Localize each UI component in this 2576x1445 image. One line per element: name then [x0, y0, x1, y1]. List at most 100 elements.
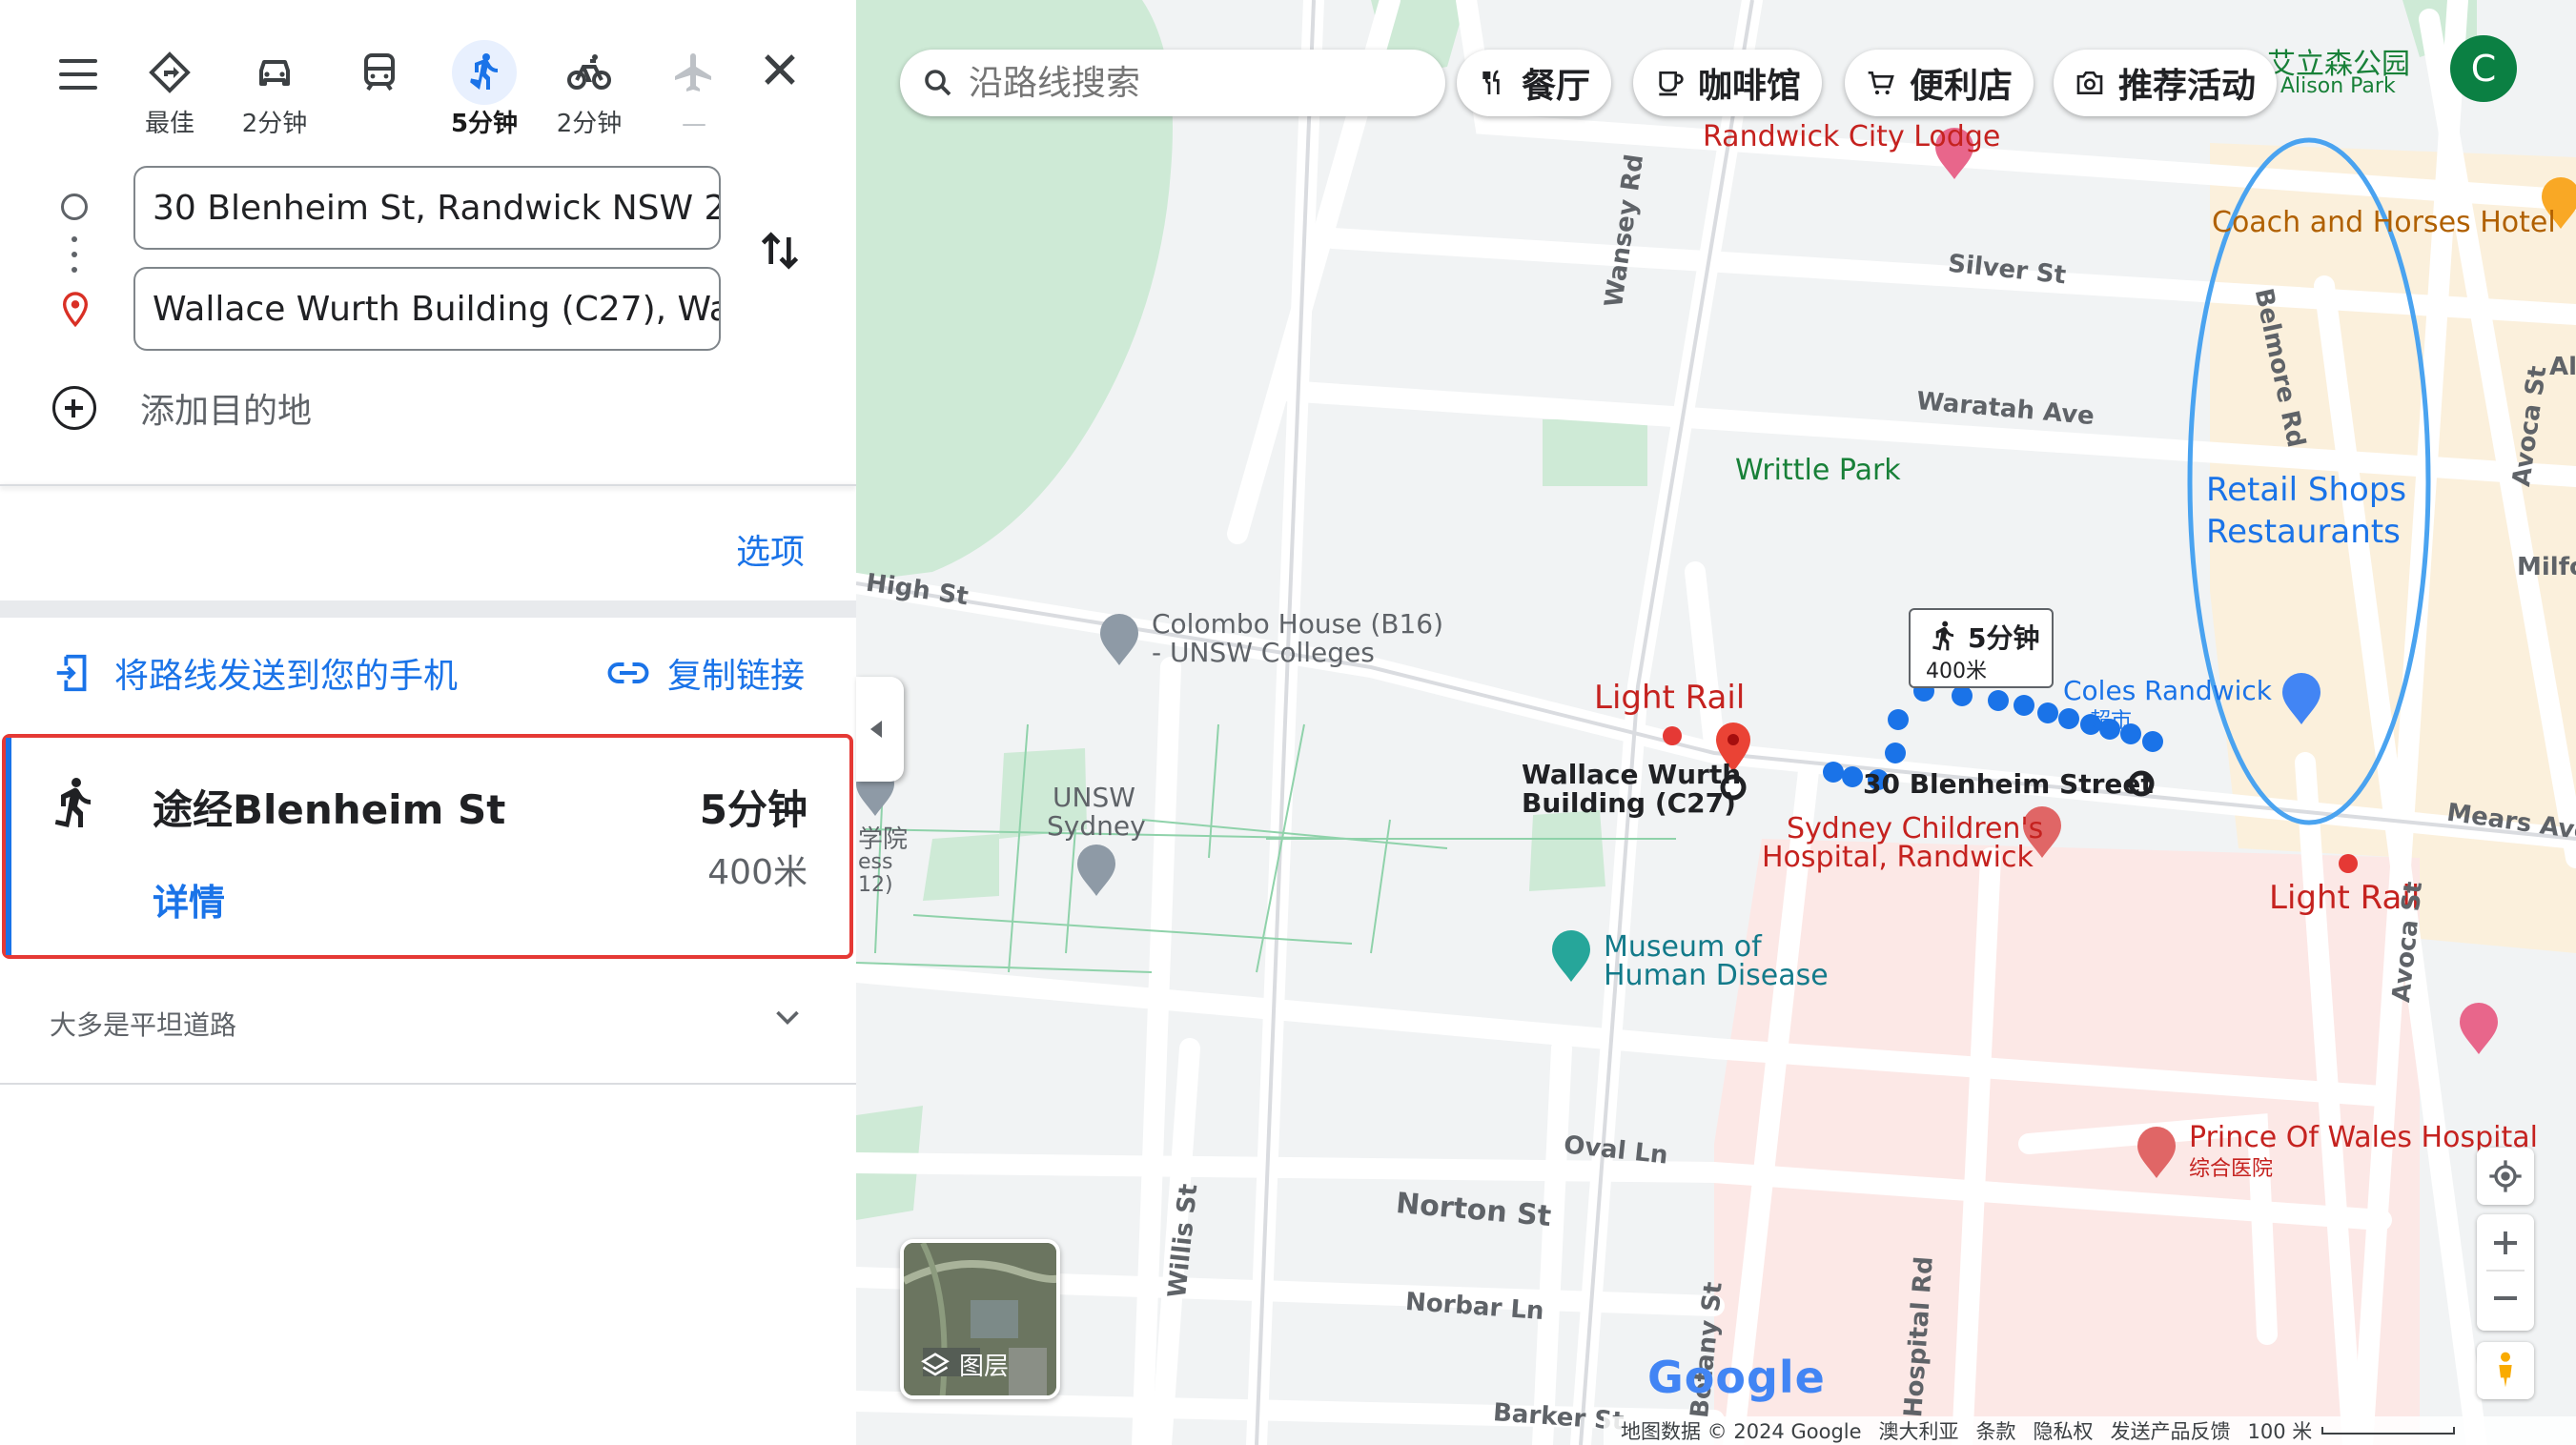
- randwick-city-lodge-label[interactable]: Randwick City Lodge: [1703, 120, 2000, 153]
- light-rail-marker: [1663, 726, 1682, 745]
- chevron-down-icon[interactable]: [770, 1001, 805, 1035]
- privacy-link[interactable]: 隐私权: [2034, 1416, 2094, 1445]
- unsw-colleges-label[interactable]: - UNSW Colleges: [1152, 637, 1375, 668]
- mode-best[interactable]: 最佳: [122, 40, 217, 139]
- coffee-icon: [1659, 71, 1684, 96]
- google-logo-text: Google: [1647, 1352, 1826, 1403]
- chip-convenience-label: 便利店: [1910, 67, 2014, 106]
- feedback-link[interactable]: 发送产品反馈: [2111, 1416, 2231, 1445]
- blenheim-street-label[interactable]: 30 Blenheim Street: [1863, 768, 2154, 800]
- origin-field[interactable]: [133, 166, 721, 250]
- pegman-icon: [2499, 1352, 2512, 1388]
- layers-icon: [921, 1352, 950, 1375]
- route-search-box[interactable]: [900, 50, 1445, 116]
- scale-bar: [2321, 1427, 2456, 1435]
- layers-label: 图层: [921, 1347, 1009, 1382]
- account-avatar[interactable]: C: [2450, 35, 2517, 102]
- transit-icon: [347, 40, 412, 105]
- terrain-note: 大多是平坦道路: [50, 1009, 237, 1041]
- sydney-label[interactable]: Sydney: [1047, 810, 1146, 842]
- writtle-park-label[interactable]: Writtle Park: [1735, 454, 1901, 487]
- supermarket-label: 超市: [2090, 709, 2133, 733]
- menu-icon[interactable]: [50, 46, 107, 103]
- alison-park-label[interactable]: Alison Park: [2280, 74, 2396, 98]
- mode-drive[interactable]: 2分钟: [227, 40, 322, 139]
- map-footer: 地图数据 © 2024 Google 澳大利亚 条款 隐私权 发送产品反馈 10…: [1604, 1416, 2576, 1445]
- copy-link-button[interactable]: 复制链接: [606, 648, 805, 698]
- street-view-button[interactable]: [2477, 1342, 2534, 1399]
- mode-flight-label: —: [682, 110, 706, 138]
- route-time-bubble[interactable]: 5分钟 400米: [1909, 608, 2054, 688]
- chip-activities-label: 推荐活动: [2118, 67, 2257, 106]
- mode-bike-label: 2分钟: [556, 110, 623, 138]
- send-to-phone-button[interactable]: 将路线发送到您的手机: [53, 648, 458, 698]
- details-link[interactable]: 详情: [153, 873, 225, 926]
- divider: [2486, 1270, 2525, 1272]
- collapse-panel-button[interactable]: [856, 677, 904, 782]
- street-label: Al: [2549, 353, 2576, 381]
- side-label: ess: [858, 850, 893, 874]
- mode-bike[interactable]: 2分钟: [542, 40, 637, 139]
- chip-cafes-label: 咖啡馆: [1698, 67, 1802, 106]
- milford-label: Milfo: [2517, 553, 2576, 581]
- options-button[interactable]: 选项: [736, 524, 805, 574]
- zoom-in-icon[interactable]: [2488, 1226, 2523, 1260]
- light-rail-label[interactable]: Light Rail: [1594, 679, 1745, 717]
- university-marker: [1077, 845, 1115, 896]
- map-canvas[interactable]: Randwick City Lodge 艾立森公园 Alison Park Co…: [856, 0, 2576, 1445]
- chip-cafes[interactable]: 咖啡馆: [1633, 50, 1823, 116]
- route-option-card[interactable]: 途经Blenheim St 5分钟 400米 详情: [2, 734, 853, 959]
- restaurants-label[interactable]: Restaurants: [2206, 513, 2401, 551]
- side-label: 12): [858, 873, 893, 897]
- hospital-randwick-label[interactable]: Hospital, Randwick: [1762, 841, 2034, 874]
- general-hospital-label: 综合医院: [2189, 1157, 2274, 1181]
- chip-convenience[interactable]: 便利店: [1845, 50, 2034, 116]
- mode-flight[interactable]: —: [646, 40, 742, 139]
- hotel-marker: [2460, 1003, 2498, 1054]
- region-link[interactable]: 澳大利亚: [1879, 1416, 1959, 1445]
- terms-link[interactable]: 条款: [1976, 1416, 2016, 1445]
- coach-horses-label[interactable]: Coach and Horses Hotel: [2212, 206, 2556, 239]
- scale-label[interactable]: 100 米: [2248, 1416, 2313, 1445]
- route-dot: [72, 252, 77, 257]
- route-distance: 400米: [707, 853, 808, 892]
- my-location-button[interactable]: [2477, 1148, 2534, 1205]
- colombo-house-label[interactable]: Colombo House (B16): [1152, 608, 1443, 640]
- walk-icon: [54, 778, 91, 827]
- search-icon: [925, 70, 951, 96]
- unsw-label[interactable]: UNSW: [1053, 782, 1135, 813]
- route-dot: [72, 267, 77, 273]
- chip-activities[interactable]: 推荐活动: [2054, 50, 2278, 116]
- restaurant-icon: [1482, 70, 1500, 94]
- directions-diamond-icon: [137, 40, 202, 105]
- mode-transit[interactable]: [332, 40, 427, 139]
- route-name: 途经Blenheim St: [153, 786, 506, 833]
- mode-walk[interactable]: 5分钟: [437, 40, 532, 139]
- google-logo: Google: [1647, 1352, 1826, 1403]
- coles-randwick-label[interactable]: Coles Randwick: [2063, 675, 2272, 706]
- mode-walk-label: 5分钟: [450, 110, 519, 138]
- add-destination-button[interactable]: 添加目的地: [52, 379, 312, 437]
- chip-restaurants[interactable]: 餐厅: [1457, 50, 1612, 116]
- cart-icon: [1868, 71, 1894, 95]
- map-data-credit: 地图数据 © 2024 Google: [1621, 1420, 1862, 1443]
- writtle-park-area: [1543, 419, 1647, 486]
- zoom-out-icon[interactable]: [2488, 1281, 2523, 1315]
- destination-input[interactable]: [135, 269, 719, 349]
- swap-icon[interactable]: [753, 224, 807, 277]
- destination-field[interactable]: [133, 267, 721, 351]
- origin-input[interactable]: [135, 168, 719, 248]
- mode-transit-label: [332, 109, 427, 139]
- close-icon[interactable]: [753, 43, 807, 96]
- link-icon: [607, 662, 649, 683]
- human-disease-label[interactable]: Human Disease: [1604, 959, 1829, 992]
- divider: [0, 1083, 856, 1085]
- destination-pin-icon: [59, 291, 92, 329]
- retail-shops-label[interactable]: Retail Shops: [2206, 471, 2406, 509]
- route-search-input[interactable]: [969, 63, 1426, 103]
- bicycle-icon: [557, 40, 622, 105]
- wallace-wurth-label[interactable]: Wallace Wurth: [1522, 759, 1741, 790]
- zoom-controls: [2477, 1214, 2534, 1331]
- building-c27-label[interactable]: Building (C27): [1522, 787, 1736, 819]
- layers-button[interactable]: 图层: [900, 1239, 1060, 1399]
